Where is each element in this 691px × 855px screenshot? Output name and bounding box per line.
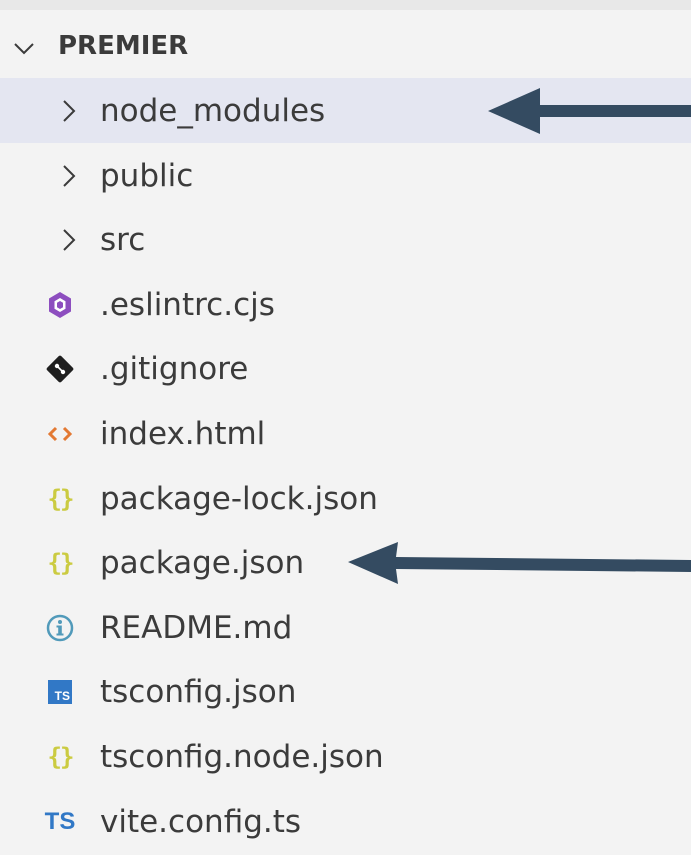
tree-item-label: vite.config.ts — [100, 803, 302, 840]
json-glyph: {} — [47, 549, 75, 578]
typescript-icon: TS — [44, 807, 76, 837]
ts-text-glyph: TS — [44, 807, 76, 835]
chevron-down-icon — [14, 43, 34, 55]
tree-item-index-html[interactable]: index.html — [0, 401, 691, 466]
json-icon: {} — [44, 742, 76, 772]
eslint-icon — [44, 290, 76, 320]
tsconfig-icon: TS — [44, 677, 76, 707]
info-icon — [44, 613, 76, 643]
explorer-section-header[interactable]: PREMIER — [0, 14, 691, 78]
tree-item-public[interactable]: public — [0, 143, 691, 208]
tree-item-label: README.md — [100, 609, 293, 646]
annotation-arrow-node-modules — [488, 88, 691, 134]
tree-item-tsconfig-node-json[interactable]: {} tsconfig.node.json — [0, 724, 691, 789]
tree-item-label: package.json — [100, 545, 305, 582]
tree-item-gitignore[interactable]: .gitignore — [0, 336, 691, 401]
json-icon: {} — [44, 548, 76, 578]
tree-item-tsconfig-json[interactable]: TS tsconfig.json — [0, 659, 691, 724]
chevron-right-icon — [63, 100, 76, 122]
tree-item-src[interactable]: src — [0, 207, 691, 272]
tree-item-vite-config[interactable]: TS vite.config.ts — [0, 789, 691, 854]
tree-item-readme[interactable]: README.md — [0, 595, 691, 660]
tree-item-label: src — [100, 222, 146, 259]
tree-item-label: .eslintrc.cjs — [100, 286, 275, 323]
top-strip — [0, 0, 691, 10]
tree-item-label: tsconfig.json — [100, 674, 297, 711]
tree-item-label: package-lock.json — [100, 480, 378, 517]
ts-box-glyph: TS — [48, 680, 72, 705]
json-icon: {} — [44, 484, 76, 514]
tree-item-eslintrc[interactable]: .eslintrc.cjs — [0, 272, 691, 337]
git-icon — [44, 354, 76, 384]
chevron-right-icon — [63, 229, 76, 251]
tree-item-label: public — [100, 157, 194, 194]
tree-item-label: node_modules — [100, 93, 326, 129]
json-glyph: {} — [47, 742, 75, 771]
tree-item-package-lock-json[interactable]: {} package-lock.json — [0, 466, 691, 531]
tree-item-label: index.html — [100, 415, 266, 452]
section-title: PREMIER — [58, 31, 189, 61]
annotation-arrow-package-json — [348, 542, 691, 584]
chevron-right-icon — [63, 164, 76, 187]
tree-item-label: tsconfig.node.json — [100, 738, 384, 775]
file-tree: node_modules public src .eslintrc.cjs .g… — [0, 78, 691, 853]
json-glyph: {} — [47, 484, 75, 513]
tree-item-label: .gitignore — [100, 351, 249, 388]
html-icon — [44, 419, 76, 449]
